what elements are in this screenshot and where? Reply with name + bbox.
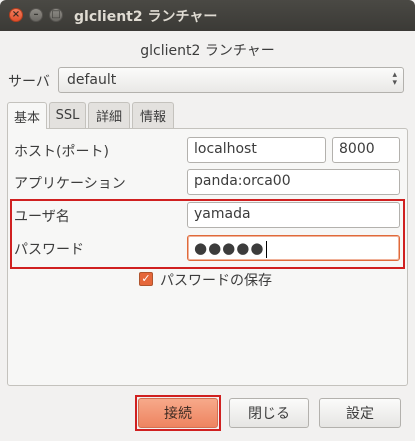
window-minimize-button[interactable]: – <box>29 8 43 22</box>
minimize-icon: – <box>33 9 39 20</box>
close-button[interactable]: 閉じる <box>229 398 309 428</box>
connect-button[interactable]: 接続 <box>138 398 218 428</box>
text-caret <box>266 240 268 258</box>
tab-detail-label: 詳細 <box>95 110 122 125</box>
server-select-value: default <box>67 72 117 88</box>
server-select[interactable]: default ▴ ▾ <box>58 67 404 93</box>
save-password-checkbox[interactable]: ✓ <box>139 272 153 286</box>
tab-basic[interactable]: 基本 <box>7 102 47 129</box>
username-label: ユーザ名 <box>14 209 70 225</box>
tab-ssl[interactable]: SSL <box>49 102 86 128</box>
window-maximize-button[interactable]: □ <box>49 8 63 22</box>
port-input[interactable]: 8000 <box>332 137 400 163</box>
tab-ssl-label: SSL <box>55 108 80 123</box>
checkmark-icon: ✓ <box>141 272 151 285</box>
tab-detail[interactable]: 詳細 <box>88 102 130 128</box>
save-password-label[interactable]: パスワードの保存 <box>160 270 272 290</box>
server-label: サーバ <box>8 74 50 90</box>
password-value: ●●●●● <box>194 239 265 257</box>
settings-button[interactable]: 設定 <box>319 398 401 428</box>
application-input[interactable]: panda:orca00 <box>187 169 400 195</box>
maximize-icon: □ <box>51 9 61 20</box>
host-input[interactable]: localhost <box>187 137 326 163</box>
username-input[interactable]: yamada <box>187 202 400 228</box>
window-close-button[interactable]: × <box>9 8 23 22</box>
window-title: glclient2 ランチャー <box>74 9 218 25</box>
close-icon: × <box>11 9 21 20</box>
updown-arrows-icon: ▴ ▾ <box>392 70 397 88</box>
password-input[interactable]: ●●●●● <box>187 235 400 261</box>
title-bar: × – □ glclient2 ランチャー <box>0 0 415 31</box>
host-label: ホスト(ポート) <box>14 144 109 160</box>
tab-info-label: 情報 <box>139 110 166 125</box>
tab-basic-label: 基本 <box>13 110 40 126</box>
tab-info[interactable]: 情報 <box>132 102 174 128</box>
page-title: glclient2 ランチャー <box>140 43 275 59</box>
application-label: アプリケーション <box>14 176 126 192</box>
password-label: パスワード <box>14 242 84 258</box>
